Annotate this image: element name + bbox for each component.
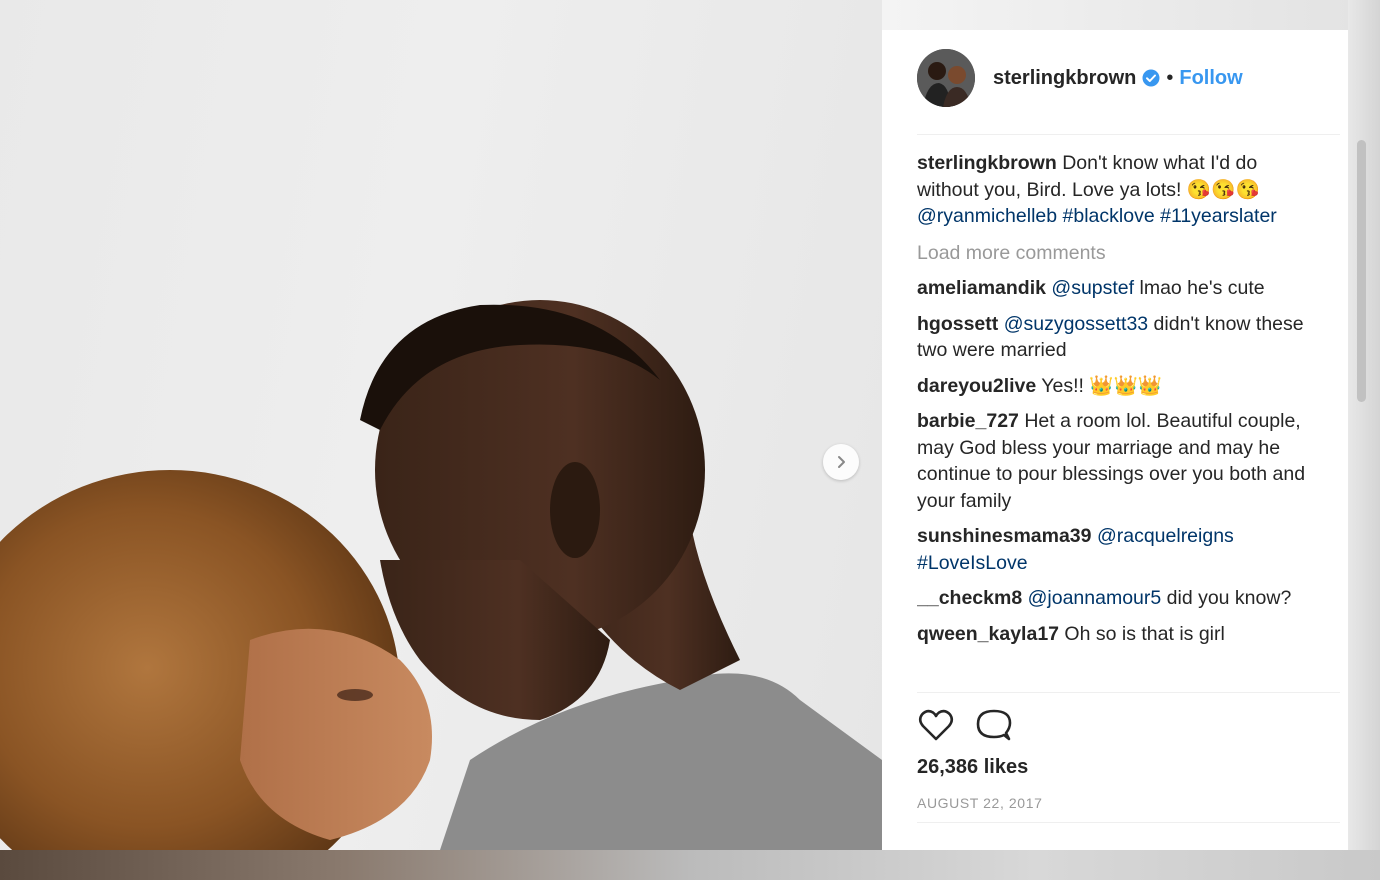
comment-text: Yes!! 👑👑👑 (1036, 374, 1163, 397)
couple-photo-illustration (0, 300, 882, 880)
comment-text: did you know? (1161, 587, 1292, 609)
caption-emojis: 😘😘😘 (1186, 178, 1260, 201)
post-actions (917, 706, 1013, 748)
comment-mention[interactable]: @suzygossett33 (1004, 313, 1148, 335)
caption-hashtag[interactable]: #blacklove (1063, 205, 1155, 227)
post-author-username[interactable]: sterlingkbrown (993, 67, 1136, 90)
avatar[interactable] (917, 49, 975, 107)
post-side-panel: sterlingkbrown • Follow sterlingkbrown D… (882, 30, 1366, 850)
footer-divider (917, 822, 1340, 823)
comment-mention[interactable]: @joannamour5 (1028, 587, 1162, 609)
comment-username[interactable]: hgossett (917, 313, 998, 335)
load-more-comments-button[interactable]: Load more comments (917, 240, 1322, 267)
header-separator: • (1166, 66, 1174, 89)
comment-item: dareyou2live Yes!! 👑👑👑 (917, 373, 1322, 400)
comment-item: ameliamandik @supstef lmao he's cute (917, 275, 1322, 302)
background-bottom-strip (0, 850, 1380, 880)
carousel-next-button[interactable] (823, 444, 859, 480)
comment-text: Oh so is that is girl (1059, 622, 1225, 645)
comments-scrollbar[interactable] (1354, 136, 1368, 692)
comments-list[interactable]: sterlingkbrown Don't know what I'd do wi… (917, 150, 1322, 690)
comment-mention[interactable]: @supstef (1051, 277, 1134, 299)
comment-username[interactable]: barbie_727 (917, 410, 1019, 432)
comment-mention[interactable]: @racquelreigns (1097, 525, 1234, 547)
chevron-right-icon (838, 456, 845, 468)
caption-username[interactable]: sterlingkbrown (917, 152, 1057, 174)
comment-item: sunshinesmama39 @racquelreigns #LoveIsLo… (917, 523, 1322, 576)
comment-username[interactable]: ameliamandik (917, 277, 1046, 299)
avatar-photo (917, 49, 975, 107)
comment-item: hgossett @suzygossett33 didn't know thes… (917, 311, 1322, 364)
post-photo[interactable] (0, 0, 882, 880)
like-count[interactable]: 26,386 likes (917, 756, 1028, 779)
background-top-strip (882, 0, 1380, 30)
actions-divider (917, 692, 1340, 693)
comment-item: barbie_727 Het a room lol. Beautiful cou… (917, 408, 1322, 514)
caption-hashtag[interactable]: #11yearslater (1160, 205, 1277, 227)
heart-icon[interactable] (917, 706, 955, 744)
header-divider (917, 134, 1340, 135)
post-date: AUGUST 22, 2017 (917, 795, 1043, 811)
scrollbar-thumb[interactable] (1357, 140, 1366, 402)
comment-username[interactable]: __checkm8 (917, 587, 1022, 609)
post-header: sterlingkbrown • Follow (917, 46, 1327, 110)
post-caption: sterlingkbrown Don't know what I'd do wi… (917, 150, 1322, 230)
comment-item: __checkm8 @joannamour5 did you know? (917, 585, 1322, 612)
comment-item: qween_kayla17 Oh so is that is girl (917, 621, 1322, 648)
caption-mention[interactable]: @ryanmichelleb (917, 205, 1057, 227)
follow-button[interactable]: Follow (1179, 67, 1242, 90)
comment-hashtag[interactable]: #LoveIsLove (917, 552, 1028, 574)
comment-username[interactable]: qween_kayla17 (917, 623, 1059, 645)
verified-badge-icon (1142, 69, 1160, 87)
comment-bubble-icon[interactable] (975, 706, 1013, 744)
comment-text: lmao he's cute (1134, 277, 1265, 299)
comment-username[interactable]: sunshinesmama39 (917, 525, 1092, 547)
comment-username[interactable]: dareyou2live (917, 375, 1036, 397)
